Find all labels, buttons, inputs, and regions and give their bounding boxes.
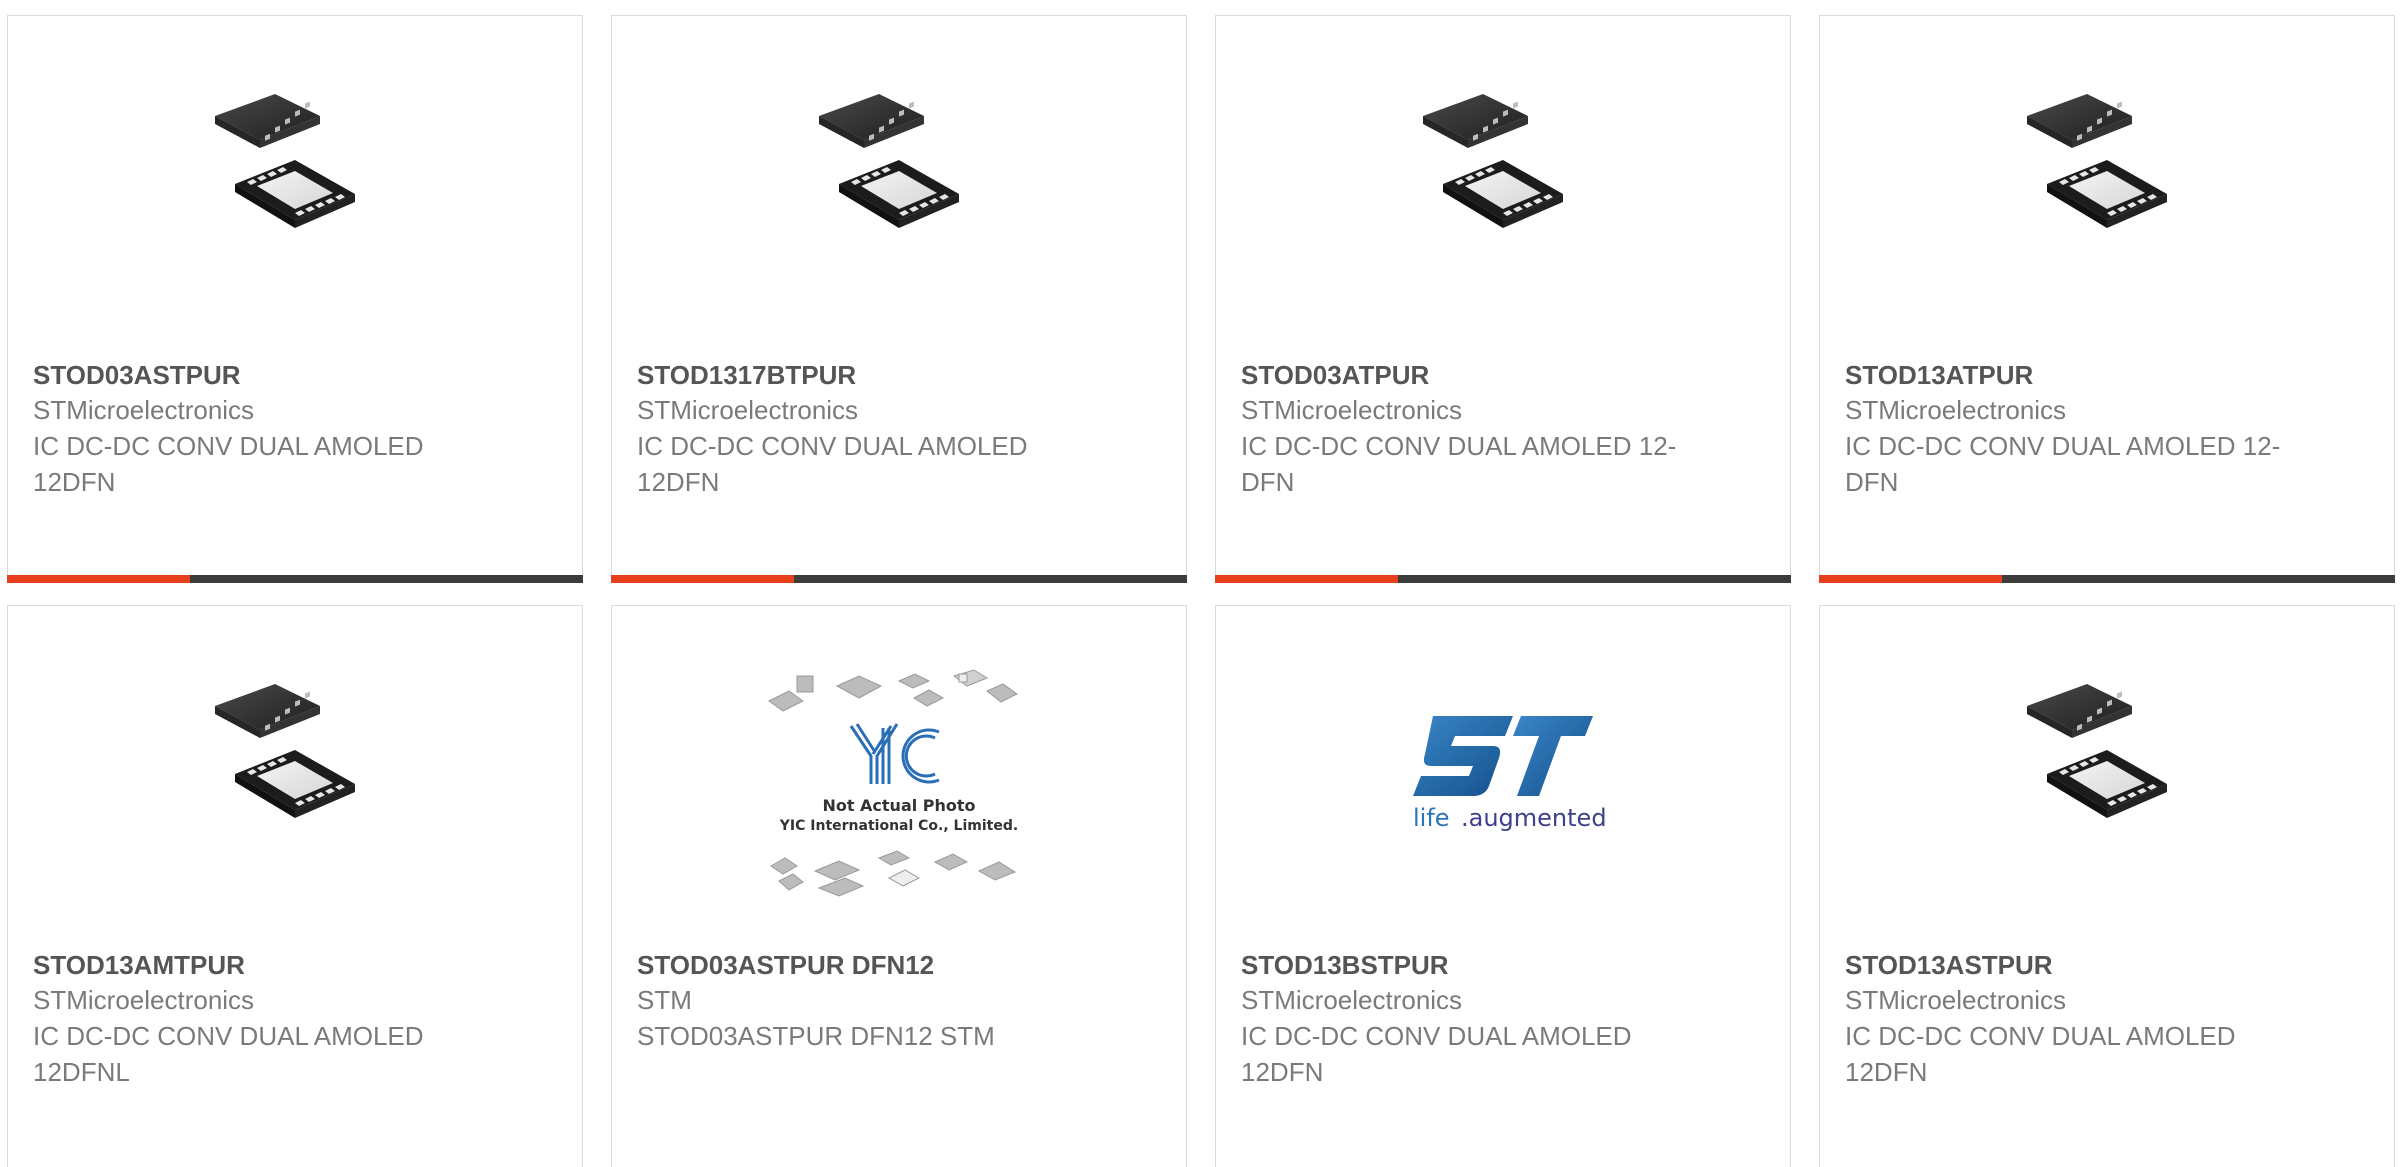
dfn-chip-icon[interactable] (8, 76, 582, 276)
dfn-chip-icon[interactable] (8, 666, 582, 866)
product-manufacturer: STM (637, 985, 692, 1015)
product-description: IC DC-DC CONV DUAL AMOLED 12DFN (637, 431, 1028, 497)
product-card[interactable]: Not Actual Photo YIC International Co., … (611, 605, 1187, 1167)
product-part-number[interactable]: STOD13AMTPUR (33, 948, 562, 982)
product-description: IC DC-DC CONV DUAL AMOLED 12DFN (1845, 1021, 2236, 1087)
product-card[interactable]: STOD13AMTPUR STMicroelectronics IC DC-DC… (7, 605, 583, 1167)
product-manufacturer: STMicroelectronics (1241, 985, 1463, 1015)
dfn-chip-image (195, 76, 395, 276)
product-info: STOD13ATPUR STMicroelectronics IC DC-DC … (1845, 358, 2374, 500)
st-tagline-augmented: .augmented (1461, 804, 1607, 832)
dfn-chip-icon[interactable] (1216, 76, 1790, 276)
product-info: STOD03ATPUR STMicroelectronics IC DC-DC … (1241, 358, 1770, 500)
product-info: STOD13ASTPUR STMicroelectronics IC DC-DC… (1845, 948, 2374, 1090)
product-info: STOD1317BTPUR STMicroelectronics IC DC-D… (637, 358, 1166, 500)
product-part-number[interactable]: STOD03ASTPUR DFN12 (637, 948, 1166, 982)
card-footer-bar (7, 575, 583, 583)
product-manufacturer: STMicroelectronics (1241, 395, 1463, 425)
dfn-chip-image (2007, 666, 2207, 866)
product-description: IC DC-DC CONV DUAL AMOLED 12DFN (33, 431, 424, 497)
product-part-number[interactable]: STOD13BSTPUR (1241, 948, 1770, 982)
card-accent-bar (611, 575, 794, 583)
product-info: STOD03ASTPUR DFN12 STM STOD03ASTPUR DFN1… (637, 948, 1166, 1054)
st-logo-image: life .augmented (1413, 716, 1607, 832)
dfn-chip-image (799, 76, 999, 276)
card-footer-bar (1819, 575, 2395, 583)
product-info: STOD13BSTPUR STMicroelectronics IC DC-DC… (1241, 948, 1770, 1090)
card-accent-bar (7, 575, 190, 583)
product-manufacturer: STMicroelectronics (33, 395, 255, 425)
product-card[interactable]: life .augmented STOD13BSTPUR STMicroelec… (1215, 605, 1791, 1167)
product-description: IC DC-DC CONV DUAL AMOLED 12DFNL (33, 1021, 424, 1087)
placeholder-photo-icon[interactable]: Not Actual Photo YIC International Co., … (612, 669, 1186, 897)
product-part-number[interactable]: STOD13ASTPUR (1845, 948, 2374, 982)
placeholder-line1: Not Actual Photo (822, 796, 975, 815)
product-info: STOD03ASTPUR STMicroelectronics IC DC-DC… (33, 358, 562, 500)
product-card[interactable]: STOD1317BTPUR STMicroelectronics IC DC-D… (611, 15, 1187, 583)
product-manufacturer: STMicroelectronics (33, 985, 255, 1015)
product-manufacturer: STMicroelectronics (1845, 395, 2067, 425)
product-description: STOD03ASTPUR DFN12 STM (637, 1021, 995, 1051)
card-footer-bar (611, 575, 1187, 583)
product-card[interactable]: STOD13ASTPUR STMicroelectronics IC DC-DC… (1819, 605, 2395, 1167)
not-actual-photo-image: Not Actual Photo YIC International Co., … (768, 669, 1018, 897)
product-card[interactable]: STOD13ATPUR STMicroelectronics IC DC-DC … (1819, 15, 2395, 583)
st-tagline-life: life (1413, 804, 1450, 832)
product-info: STOD13AMTPUR STMicroelectronics IC DC-DC… (33, 948, 562, 1090)
dfn-chip-icon[interactable] (1820, 666, 2394, 866)
product-part-number[interactable]: STOD1317BTPUR (637, 358, 1166, 392)
product-manufacturer: STMicroelectronics (1845, 985, 2067, 1015)
product-card[interactable]: STOD03ATPUR STMicroelectronics IC DC-DC … (1215, 15, 1791, 583)
dfn-chip-image (1403, 76, 1603, 276)
product-part-number[interactable]: STOD03ASTPUR (33, 358, 562, 392)
product-description: IC DC-DC CONV DUAL AMOLED 12DFN (1241, 1021, 1632, 1087)
dfn-chip-image (2007, 76, 2207, 276)
product-part-number[interactable]: STOD13ATPUR (1845, 358, 2374, 392)
dfn-chip-icon[interactable] (1820, 76, 2394, 276)
st-logo-icon[interactable]: life .augmented (1216, 666, 1790, 866)
product-description: IC DC-DC CONV DUAL AMOLED 12-DFN (1845, 431, 2281, 497)
placeholder-line2: YIC International Co., Limited. (779, 818, 1018, 834)
card-footer-bar (1215, 575, 1791, 583)
product-part-number[interactable]: STOD03ATPUR (1241, 358, 1770, 392)
product-card[interactable]: STOD03ASTPUR STMicroelectronics IC DC-DC… (7, 15, 583, 583)
product-manufacturer: STMicroelectronics (637, 395, 859, 425)
dfn-chip-icon[interactable] (612, 76, 1186, 276)
card-accent-bar (1819, 575, 2002, 583)
card-accent-bar (1215, 575, 1398, 583)
dfn-chip-image (195, 666, 395, 866)
product-description: IC DC-DC CONV DUAL AMOLED 12-DFN (1241, 431, 1677, 497)
